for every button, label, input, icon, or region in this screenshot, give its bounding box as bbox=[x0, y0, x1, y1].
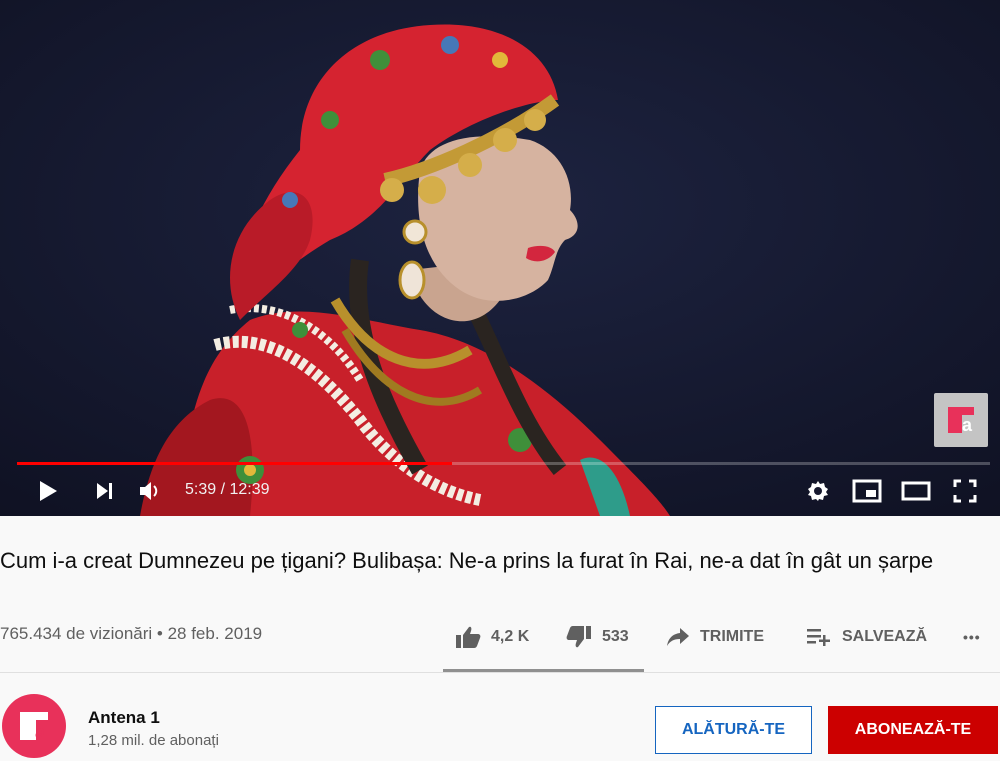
video-title: Cum i-a creat Dumnezeu pe țigani? Buliba… bbox=[0, 548, 934, 573]
antena1-logo-icon: a bbox=[20, 712, 48, 742]
video-frame[interactable] bbox=[0, 0, 1000, 516]
view-info: 765.434 de vizionări • 28 feb. 2019 bbox=[0, 624, 262, 644]
video-player[interactable]: a 5:39 / 12:39 bbox=[0, 0, 1000, 516]
save-label: SALVEAZĂ bbox=[842, 628, 928, 645]
fullscreen-icon bbox=[953, 479, 977, 503]
theater-button[interactable] bbox=[901, 478, 931, 504]
antena1-logo-icon: a bbox=[948, 407, 974, 435]
player-controls: 5:39 / 12:39 bbox=[0, 470, 1000, 512]
fullscreen-button[interactable] bbox=[952, 478, 978, 504]
save-button[interactable]: SALVEAZĂ bbox=[806, 624, 927, 650]
settings-button[interactable] bbox=[805, 478, 831, 504]
current-time: 5:39 bbox=[185, 481, 217, 498]
miniplayer-icon bbox=[852, 479, 882, 503]
more-actions-button[interactable]: ••• bbox=[963, 624, 981, 650]
like-count: 4,2 K bbox=[491, 628, 530, 645]
share-button[interactable]: TRIMITE bbox=[666, 624, 764, 650]
channel-avatar[interactable]: a bbox=[2, 694, 66, 758]
time-separator: / bbox=[216, 481, 230, 498]
progress-played bbox=[17, 462, 452, 465]
more-icon: ••• bbox=[963, 629, 981, 645]
upload-date: 28 feb. 2019 bbox=[167, 624, 263, 643]
svg-text:a: a bbox=[962, 415, 973, 435]
view-count: 765.434 de vizionări bbox=[0, 624, 153, 643]
volume-button[interactable] bbox=[138, 478, 164, 504]
next-icon bbox=[97, 483, 112, 499]
subscribe-button[interactable]: ABONEAZĂ-TE bbox=[828, 706, 998, 754]
divider bbox=[0, 672, 1000, 673]
thumbs-down-icon bbox=[566, 626, 591, 648]
like-button[interactable]: 4,2 K bbox=[455, 624, 529, 650]
thumbs-up-icon bbox=[456, 626, 481, 648]
play-button[interactable] bbox=[36, 478, 60, 504]
channel-watermark[interactable]: a bbox=[934, 393, 988, 447]
dislike-button[interactable]: 533 bbox=[566, 624, 629, 650]
settings-icon bbox=[808, 481, 828, 501]
play-icon bbox=[40, 481, 57, 501]
dislike-count: 533 bbox=[602, 628, 629, 645]
channel-name[interactable]: Antena 1 bbox=[88, 708, 160, 728]
time-display: 5:39 / 12:39 bbox=[185, 481, 270, 499]
miniplayer-button[interactable] bbox=[852, 478, 882, 504]
next-button[interactable] bbox=[93, 478, 117, 504]
subscriber-count: 1,28 mil. de abonați bbox=[88, 732, 219, 749]
share-arrow-icon bbox=[667, 628, 689, 646]
volume-icon bbox=[140, 482, 158, 500]
info-dot: • bbox=[152, 624, 168, 643]
duration: 12:39 bbox=[229, 481, 270, 498]
svg-text:a: a bbox=[35, 722, 46, 742]
share-label: TRIMITE bbox=[700, 628, 764, 645]
progress-bar[interactable] bbox=[17, 462, 990, 465]
playlist-add-icon bbox=[807, 629, 830, 646]
theater-icon bbox=[901, 481, 931, 501]
join-button[interactable]: ALĂTURĂ-TE bbox=[655, 706, 812, 754]
